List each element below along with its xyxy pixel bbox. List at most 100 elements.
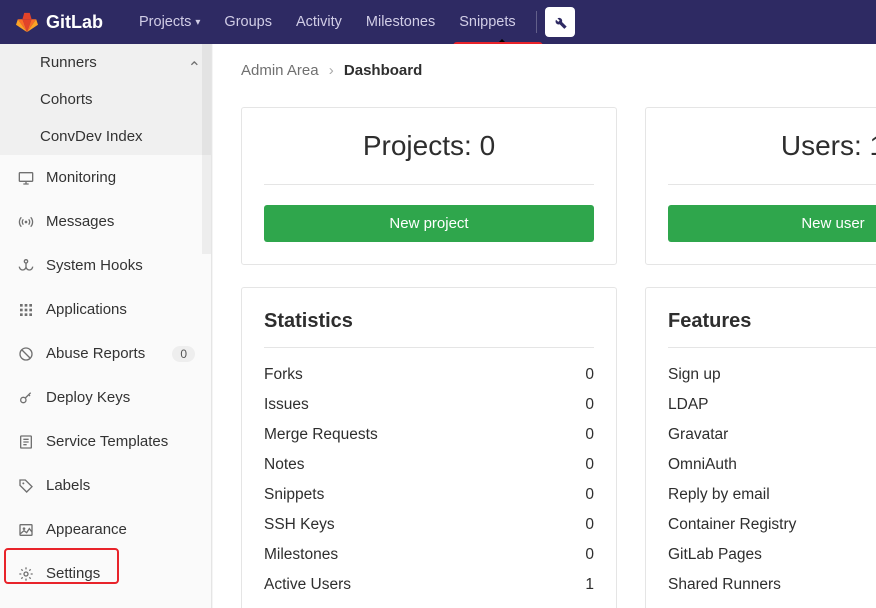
new-user-button[interactable]: New user xyxy=(668,205,876,242)
features-list: Sign upLDAPGravatarOmniAuthReply by emai… xyxy=(668,360,876,600)
block-icon xyxy=(16,346,36,362)
sidebar-item-label: Messages xyxy=(46,213,114,230)
sidebar-item-label: Deploy Keys xyxy=(46,389,130,406)
stat-row: Issues 0 xyxy=(264,390,594,420)
sidebar-item-convdev[interactable]: ConvDev Index xyxy=(0,118,211,155)
breadcrumb: Admin Area › Dashboard xyxy=(241,62,848,79)
sidebar-item-applications[interactable]: Applications xyxy=(0,287,211,331)
grid-icon xyxy=(16,302,36,318)
overview-row: Projects: 0 New project Users: 1 New use… xyxy=(241,107,876,265)
feature-row: Sign up xyxy=(668,360,876,390)
sidebar-item-runners[interactable]: Runners xyxy=(0,44,211,81)
brand-name: GitLab xyxy=(46,12,103,33)
stat-label: Notes xyxy=(264,456,305,474)
nav-activity[interactable]: Activity xyxy=(284,0,354,44)
feature-row: Container Registry xyxy=(668,510,876,540)
stat-value: 0 xyxy=(585,366,594,384)
sidebar-item-label: Settings xyxy=(46,565,100,582)
scrollbar[interactable] xyxy=(202,44,211,254)
key-icon xyxy=(16,390,36,406)
stat-row: Notes 0 xyxy=(264,450,594,480)
hook-icon xyxy=(16,258,36,274)
nav-projects-label: Projects xyxy=(139,14,191,30)
sidebar-item-monitoring[interactable]: Monitoring xyxy=(0,155,211,199)
features-title: Features xyxy=(668,310,876,348)
sidebar-item-abuse-reports[interactable]: Abuse Reports 0 xyxy=(0,331,211,375)
stat-label: SSH Keys xyxy=(264,516,335,534)
stat-value: 1 xyxy=(585,576,594,594)
feature-row: Reply by email xyxy=(668,480,876,510)
breadcrumb-current: Dashboard xyxy=(344,62,422,79)
stat-row: Milestones0 xyxy=(264,540,594,570)
sidebar-item-label: Abuse Reports xyxy=(46,345,145,362)
stat-row: Forks 0 xyxy=(264,360,594,390)
projects-count-title: Projects: 0 xyxy=(264,130,594,185)
admin-area-button[interactable] xyxy=(545,7,575,37)
main-content: Admin Area › Dashboard Projects: 0 New p… xyxy=(212,44,876,608)
stat-row: Active Users 1 xyxy=(264,570,594,600)
projects-card: Projects: 0 New project xyxy=(241,107,617,265)
statistics-card: Statistics Forks0Issues0Merge Requests0N… xyxy=(241,287,617,608)
breadcrumb-root[interactable]: Admin Area xyxy=(241,62,319,79)
sidebar-subsection: Runners Cohorts ConvDev Index xyxy=(0,44,211,155)
stat-label: Forks xyxy=(264,366,303,384)
stat-label: Issues xyxy=(264,396,309,414)
sidebar-item-messages[interactable]: Messages xyxy=(0,199,211,243)
nav-snippets[interactable]: Snippets xyxy=(447,0,527,44)
tags-icon xyxy=(16,478,36,494)
gitlab-logo-icon xyxy=(16,11,38,33)
features-card: Features Sign upLDAPGravatarOmniAuthRepl… xyxy=(645,287,876,608)
feature-row: Gravatar xyxy=(668,420,876,450)
stat-value: 0 xyxy=(585,426,594,444)
new-project-button[interactable]: New project xyxy=(264,205,594,242)
stat-value: 0 xyxy=(585,456,594,474)
sidebar-item-label: Labels xyxy=(46,477,90,494)
stat-label: Snippets xyxy=(264,486,324,504)
stat-row: SSH Keys 0 xyxy=(264,510,594,540)
stat-row: Snippets 0 xyxy=(264,480,594,510)
stat-value: 0 xyxy=(585,486,594,504)
top-nav: GitLab Projects ▾ Groups Activity Milest… xyxy=(0,0,876,44)
chevron-down-icon: ▾ xyxy=(195,17,200,28)
template-icon xyxy=(16,434,36,450)
sidebar-item-label: Appearance xyxy=(46,521,127,538)
nav-projects[interactable]: Projects ▾ xyxy=(127,0,212,44)
sidebar: ⌃ Runners Cohorts ConvDev Index Monitori… xyxy=(0,44,212,608)
monitor-icon xyxy=(16,170,36,186)
sidebar-item-service-templates[interactable]: Service Templates xyxy=(0,419,211,463)
image-icon xyxy=(16,522,36,538)
sidebar-item-appearance[interactable]: Appearance xyxy=(0,507,211,551)
abuse-count-badge: 0 xyxy=(172,346,195,362)
feature-row: GitLab Pages xyxy=(668,540,876,570)
gear-icon xyxy=(16,566,36,582)
sidebar-item-label: System Hooks xyxy=(46,257,143,274)
users-card: Users: 1 New user xyxy=(645,107,876,265)
stat-row: Merge Requests 0 xyxy=(264,420,594,450)
sidebar-item-label: Applications xyxy=(46,301,127,318)
sidebar-item-label: Service Templates xyxy=(46,433,168,450)
stat-label: Milestones xyxy=(264,546,338,564)
sidebar-item-deploy-keys[interactable]: Deploy Keys xyxy=(0,375,211,419)
details-row: Statistics Forks0Issues0Merge Requests0N… xyxy=(241,287,876,608)
nav-groups[interactable]: Groups xyxy=(212,0,284,44)
feature-row: OmniAuth xyxy=(668,450,876,480)
brand[interactable]: GitLab xyxy=(16,11,103,33)
chevron-up-icon[interactable]: ⌃ xyxy=(188,58,201,78)
chevron-right-icon: › xyxy=(329,62,334,79)
stat-value: 0 xyxy=(585,516,594,534)
primary-nav: Projects ▾ Groups Activity Milestones Sn… xyxy=(127,0,575,44)
sidebar-item-cohorts[interactable]: Cohorts xyxy=(0,81,211,118)
broadcast-icon xyxy=(16,214,36,230)
feature-row: LDAP xyxy=(668,390,876,420)
stat-label: Active Users xyxy=(264,576,351,594)
stat-label: Merge Requests xyxy=(264,426,378,444)
stat-value: 0 xyxy=(585,396,594,414)
users-count-title: Users: 1 xyxy=(668,130,876,185)
sidebar-item-system-hooks[interactable]: System Hooks xyxy=(0,243,211,287)
nav-milestones[interactable]: Milestones xyxy=(354,0,447,44)
wrench-icon xyxy=(552,14,568,30)
sidebar-item-labels[interactable]: Labels xyxy=(0,463,211,507)
sidebar-item-settings[interactable]: Settings xyxy=(0,551,211,595)
statistics-title: Statistics xyxy=(264,310,594,348)
statistics-list: Forks0Issues0Merge Requests0Notes0Snippe… xyxy=(264,360,594,600)
